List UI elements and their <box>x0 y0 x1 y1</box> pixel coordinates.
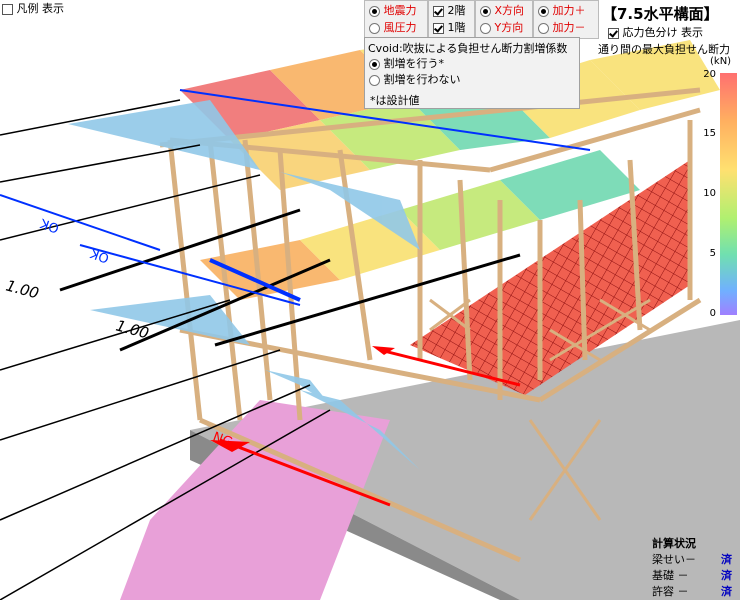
radio-y-direction[interactable]: Y方向 <box>480 19 523 36</box>
status-row-value: 済 <box>721 569 732 582</box>
radio-seismic-circle[interactable] <box>369 5 380 17</box>
ratio-label-1: 1.00 <box>4 276 41 302</box>
ok-label-1: OK <box>38 215 61 236</box>
radio-wind-label: 風圧力 <box>383 21 417 34</box>
radio-plus-label: 加力＋ <box>552 4 586 17</box>
radio-cvoid-none-circle[interactable] <box>369 74 380 86</box>
radio-cvoid-apply-label: 割増を行う* <box>383 57 445 70</box>
view-title: 【7.5水平構面】 <box>602 5 719 23</box>
legend-tick-20: 20 <box>703 69 716 80</box>
legend-toggle-label: 凡例 表示 <box>16 2 65 15</box>
radio-cvoid-apply-circle[interactable] <box>369 58 380 70</box>
legend-tick-10: 10 <box>703 188 716 199</box>
status-row: 許容 － 済 <box>652 584 732 600</box>
floor-1-checkbox[interactable] <box>433 22 444 34</box>
stress-color-label: 応力色分け 表示 <box>622 26 704 39</box>
cvoid-title: Cvoid:吹抜による負担せん断力割増係数 <box>368 42 568 55</box>
stress-color-checkbox[interactable] <box>608 27 619 39</box>
floor-diaphragm-pink <box>120 400 390 600</box>
cvoid-popup: Cvoid:吹抜による負担せん断力割増係数 割増を行う* 割増を行わない *は設… <box>364 37 580 109</box>
status-row-label: 基礎 － <box>652 569 689 582</box>
calc-status-title: 計算状況 <box>652 537 696 550</box>
floor-2-checkbox[interactable] <box>433 5 444 17</box>
radio-x-direction[interactable]: X方向 <box>480 2 524 19</box>
status-row: 梁せい－ 済 <box>652 552 732 568</box>
calc-status-panel: 計算状況 梁せい－ 済 基礎 － 済 許容 － 済 <box>652 536 732 600</box>
load-sign-group: 加力＋ 加力－ <box>533 0 599 39</box>
status-row-value: 済 <box>721 585 732 598</box>
radio-plus-circle[interactable] <box>538 5 549 17</box>
status-row-value: 済 <box>721 553 732 566</box>
radio-cvoid-none[interactable]: 割増を行わない <box>369 71 461 88</box>
radio-minus-label: 加力－ <box>552 21 586 34</box>
radio-seismic[interactable]: 地震力 <box>369 2 417 19</box>
direction-group: X方向 Y方向 <box>475 0 533 39</box>
radio-x-label: X方向 <box>494 4 525 17</box>
radio-cvoid-apply[interactable]: 割増を行う* <box>369 55 444 72</box>
radio-minus[interactable]: 加力－ <box>538 19 586 36</box>
radio-y-label: Y方向 <box>494 21 524 34</box>
status-row: 基礎 － 済 <box>652 568 732 584</box>
floor-2-label: 2階 <box>447 4 466 17</box>
legend-title: 通り間の最大負担せん断力 <box>598 43 730 56</box>
load-type-group: 地震力 風圧力 <box>364 0 428 39</box>
status-row-label: 許容 － <box>652 585 689 598</box>
legend-unit: (kN) <box>710 56 732 67</box>
legend-tick-15: 15 <box>703 128 716 139</box>
floor-1-toggle[interactable]: 1階 <box>433 19 466 36</box>
stress-color-scale <box>720 73 737 315</box>
radio-x-circle[interactable] <box>480 5 491 17</box>
legend-toggle[interactable]: 凡例 表示 <box>2 0 64 17</box>
legend-checkbox[interactable] <box>2 3 13 15</box>
legend-tick-0: 0 <box>709 308 716 319</box>
radio-wind[interactable]: 風圧力 <box>369 19 417 36</box>
radio-seismic-label: 地震力 <box>383 4 417 17</box>
floor-group: 2階 1階 <box>428 0 475 39</box>
radio-wind-circle[interactable] <box>369 22 380 34</box>
radio-y-circle[interactable] <box>480 22 491 34</box>
radio-minus-circle[interactable] <box>538 22 549 34</box>
status-row-label: 梁せい－ <box>652 553 696 566</box>
radio-cvoid-none-label: 割増を行わない <box>383 73 461 86</box>
floor-2-toggle[interactable]: 2階 <box>433 2 466 19</box>
cvoid-note: *は設計値 <box>370 94 420 107</box>
radio-plus[interactable]: 加力＋ <box>538 2 586 19</box>
legend-tick-5: 5 <box>709 248 716 259</box>
stress-color-toggle[interactable]: 応力色分け 表示 <box>608 24 703 41</box>
floor-1-label: 1階 <box>447 21 466 34</box>
